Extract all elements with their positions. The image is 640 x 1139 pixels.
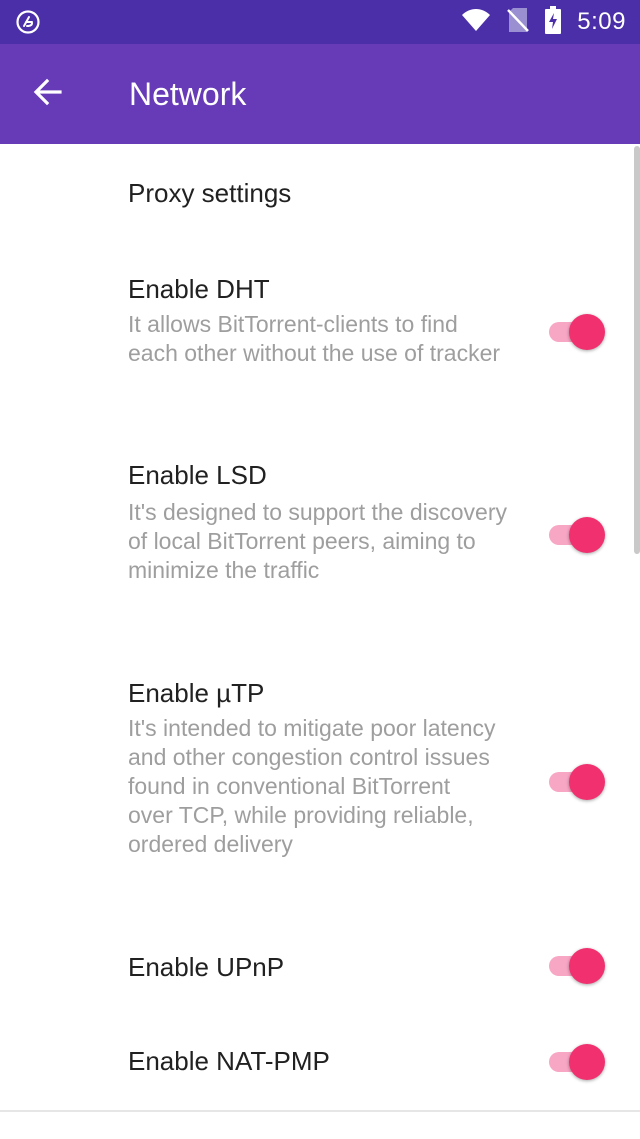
status-bar: 5:09 [0, 0, 640, 44]
app-bar: Network [0, 44, 640, 144]
pref-title: Enable LSD [128, 460, 267, 490]
lsd-toggle[interactable] [547, 515, 607, 555]
pref-title: Enable DHT [128, 274, 270, 304]
toggle-thumb [569, 764, 605, 800]
toggle-thumb [569, 314, 605, 350]
app-logo-icon [16, 10, 40, 34]
pref-proxy-settings[interactable]: Proxy settings [0, 146, 640, 242]
pref-title: Enable UPnP [128, 952, 285, 982]
pref-summary: It's designed to support the discovery o… [128, 499, 507, 583]
upnp-toggle[interactable] [547, 946, 607, 986]
pref-summary: It's intended to mitigate poor latency a… [128, 715, 496, 857]
back-button[interactable] [26, 72, 70, 116]
pref-title: Enable NAT-PMP [128, 1046, 330, 1076]
pref-enable-dht[interactable]: Enable DHT It allows BitTorrent-clients … [0, 242, 640, 430]
toggle-thumb [569, 1044, 605, 1080]
toggle-thumb [569, 517, 605, 553]
pref-enable-nat-pmp[interactable]: Enable NAT-PMP [0, 1014, 640, 1110]
no-sim-icon [507, 7, 530, 38]
arrow-back-icon [33, 77, 63, 112]
toggle-thumb [569, 948, 605, 984]
pref-enable-lsd[interactable]: Enable LSD It's designed to support the … [0, 430, 640, 646]
utp-toggle[interactable] [547, 762, 607, 802]
pref-title: Proxy settings [128, 178, 292, 208]
page-title: Network [129, 76, 247, 112]
pref-summary: It allows BitTorrent-clients to find eac… [128, 311, 501, 366]
dht-toggle[interactable] [547, 312, 607, 352]
pref-enable-upnp[interactable]: Enable UPnP [0, 922, 640, 1014]
status-time: 5:09 [577, 8, 626, 35]
pref-enable-utp[interactable]: Enable µTP It's intended to mitigate poo… [0, 646, 640, 922]
wifi-icon [461, 8, 491, 37]
divider [0, 1110, 640, 1112]
battery-charging-icon [545, 5, 562, 39]
pref-title: Enable µTP [128, 678, 265, 708]
nat-pmp-toggle[interactable] [547, 1042, 607, 1082]
